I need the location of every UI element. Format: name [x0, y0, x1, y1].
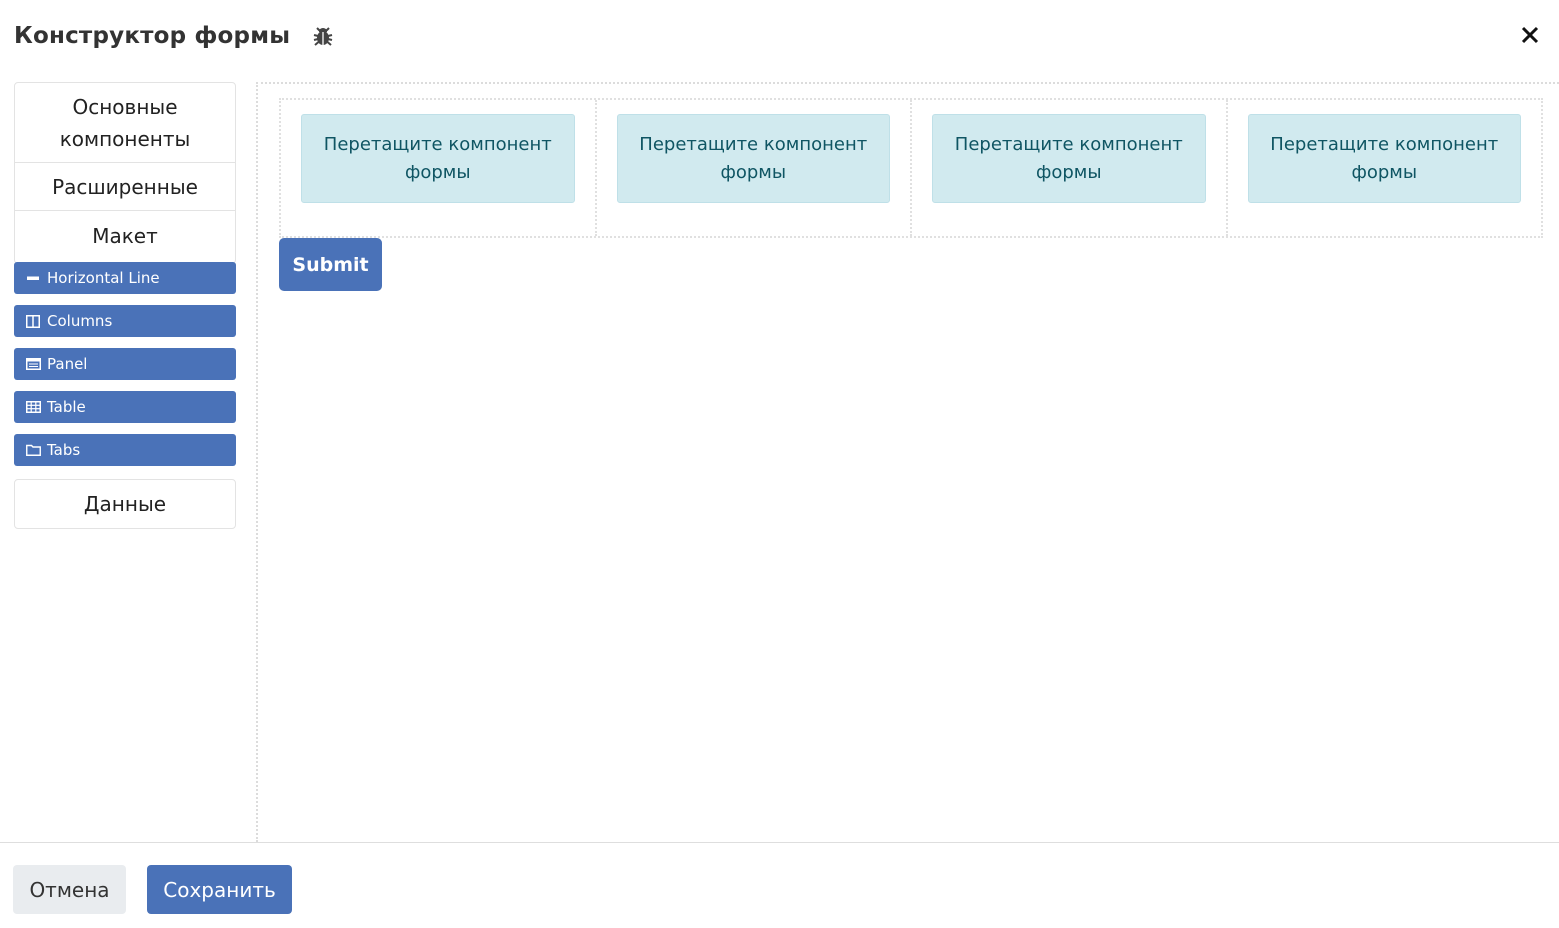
column-2: Перетащите компонент формы	[597, 100, 912, 236]
drop-zone[interactable]: Перетащите компонент формы	[616, 114, 890, 203]
bug-icon[interactable]	[310, 23, 336, 49]
component-columns[interactable]: Columns	[14, 305, 236, 337]
column-1: Перетащите компонент формы	[281, 100, 597, 236]
minus-icon	[25, 270, 41, 286]
component-label: Horizontal Line	[47, 269, 160, 287]
footer-divider	[0, 842, 1559, 843]
component-horizontal-line[interactable]: Horizontal Line	[14, 262, 236, 294]
component-label: Panel	[47, 355, 88, 373]
dialog-header: Конструктор формы	[14, 18, 336, 54]
component-label: Columns	[47, 312, 113, 330]
cancel-button[interactable]: Отмена	[13, 865, 126, 914]
save-button[interactable]: Сохранить	[147, 865, 292, 914]
drop-zone[interactable]: Перетащите компонент формы	[932, 114, 1206, 203]
group-basic-components[interactable]: Основные компоненты	[15, 83, 235, 163]
form-canvas[interactable]: Перетащите компонент формы Перетащите ко…	[256, 82, 1559, 842]
table-icon	[25, 399, 41, 415]
component-label: Tabs	[47, 441, 81, 459]
component-panel[interactable]: Panel	[14, 348, 236, 380]
component-sidebar: Основные компоненты Расширенные Макет Ho…	[14, 82, 236, 529]
component-groups: Основные компоненты Расширенные Макет	[14, 82, 236, 264]
column-4: Перетащите компонент формы	[1228, 100, 1542, 236]
layout-components-list: Horizontal Line Columns Panel Table Tabs	[14, 246, 236, 483]
columns-component[interactable]: Перетащите компонент формы Перетащите ко…	[279, 98, 1543, 238]
close-icon[interactable]	[1517, 22, 1543, 48]
group-data[interactable]: Данные	[15, 480, 235, 528]
folder-icon	[25, 442, 41, 458]
drop-zone[interactable]: Перетащите компонент формы	[301, 114, 575, 203]
component-tabs[interactable]: Tabs	[14, 434, 236, 466]
component-table[interactable]: Table	[14, 391, 236, 423]
group-advanced[interactable]: Расширенные	[15, 163, 235, 211]
panel-icon	[25, 356, 41, 372]
component-label: Table	[47, 398, 86, 416]
column-3: Перетащите компонент формы	[912, 100, 1228, 236]
submit-button[interactable]: Submit	[279, 238, 382, 291]
component-groups-bottom: Данные	[14, 479, 236, 529]
columns-icon	[25, 313, 41, 329]
drop-zone[interactable]: Перетащите компонент формы	[1247, 114, 1521, 203]
dialog-title: Конструктор формы	[14, 23, 291, 49]
